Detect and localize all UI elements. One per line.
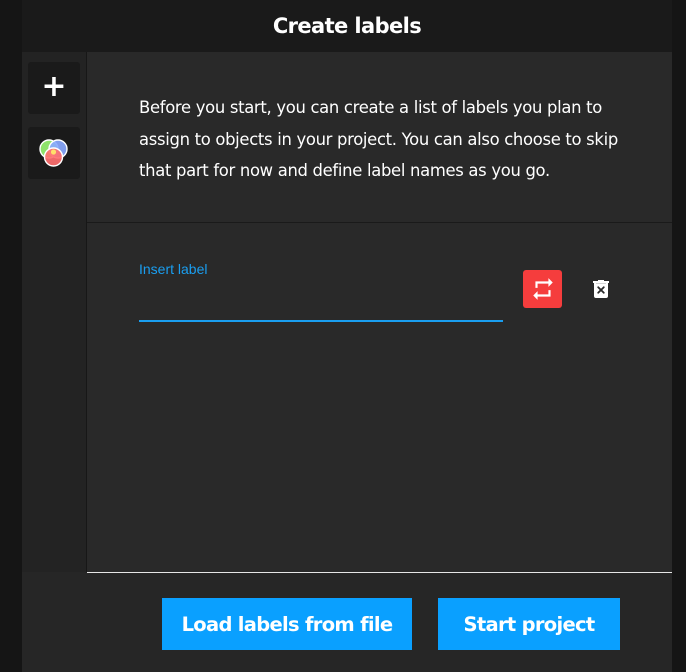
popup-footer: Load labels from file Start project — [22, 572, 672, 672]
insert-label-input[interactable] — [139, 284, 503, 322]
add-label-button[interactable]: + — [28, 62, 80, 114]
labels-content: Before you start, you can create a list … — [87, 52, 672, 572]
backdrop-right-edge — [672, 0, 686, 672]
popup-title: Create labels — [272, 14, 422, 38]
delete-label-button[interactable] — [587, 272, 615, 306]
repeat-icon — [532, 278, 553, 300]
label-sidebar: + — [22, 52, 87, 572]
repeat-button[interactable] — [523, 270, 562, 308]
start-project-button[interactable]: Start project — [438, 598, 620, 650]
description-text: Before you start, you can create a list … — [139, 98, 618, 180]
description-section: Before you start, you can create a list … — [87, 52, 672, 223]
color-palette-icon — [39, 139, 68, 167]
footer-divider — [87, 572, 672, 573]
insert-label-caption: Insert label — [139, 261, 208, 277]
create-labels-popup: Create labels + Before you start, you ca… — [22, 0, 672, 672]
popup-header: Create labels — [22, 0, 672, 52]
plus-icon: + — [41, 69, 67, 104]
load-labels-button[interactable]: Load labels from file — [162, 598, 412, 650]
color-palette-button[interactable] — [28, 127, 80, 179]
trash-icon — [593, 280, 609, 298]
backdrop-left-edge — [0, 0, 22, 672]
